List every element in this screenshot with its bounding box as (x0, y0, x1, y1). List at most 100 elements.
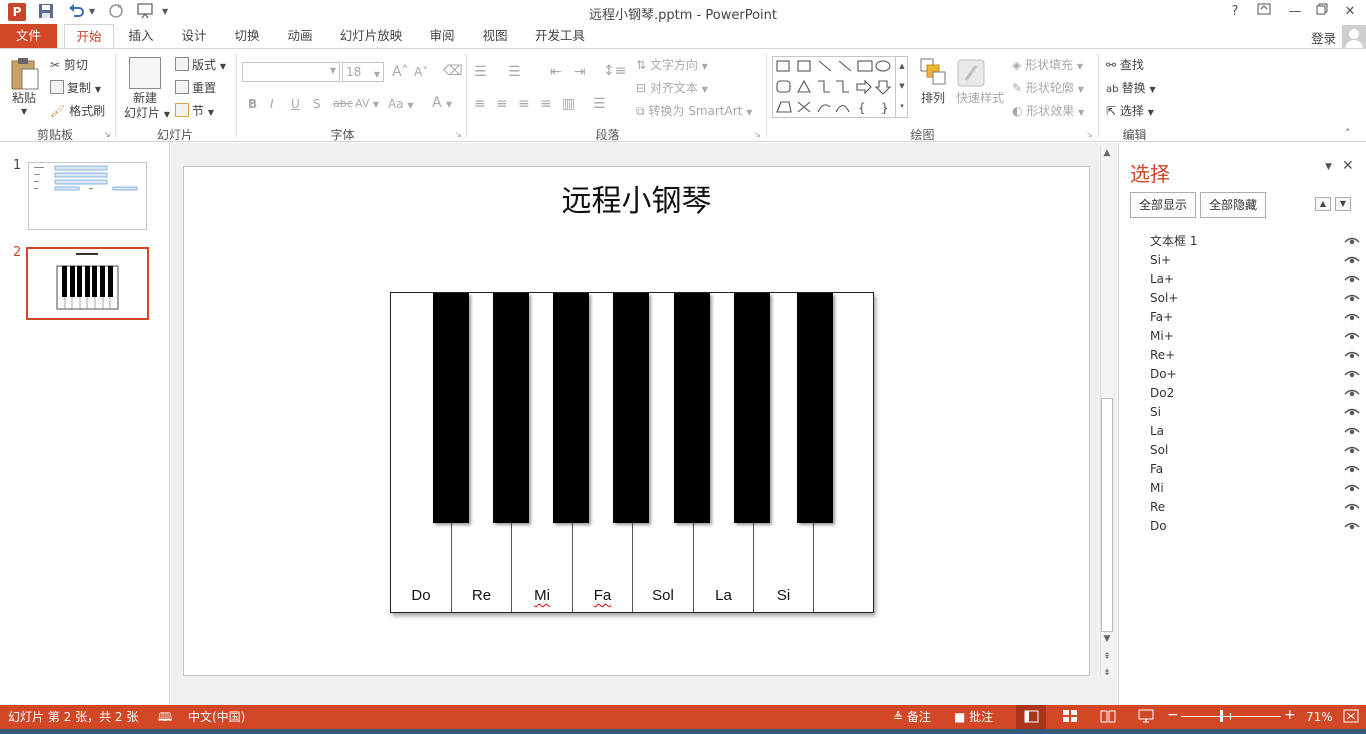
selection-item[interactable]: Do+ (1150, 365, 1360, 384)
numbering-icon[interactable]: ☰ (508, 64, 521, 80)
tab-home[interactable]: 开始 (64, 24, 114, 49)
eye-icon[interactable] (1344, 405, 1360, 419)
fit-to-window-icon[interactable] (1343, 709, 1359, 726)
scroll-thumb[interactable] (1101, 398, 1113, 632)
shapes-scroll[interactable]: ▲ ▼ ▾ (895, 56, 908, 118)
align-left-icon[interactable]: ≡ (474, 96, 486, 112)
pane-options-icon[interactable]: ▼ (1325, 162, 1332, 172)
bring-forward-icon[interactable]: ▲ (1315, 197, 1331, 211)
notes-button[interactable]: ≜ 备注 (893, 709, 931, 725)
selection-item[interactable]: Sol+ (1150, 289, 1360, 308)
bold-button[interactable]: B (248, 96, 257, 112)
scroll-down-icon[interactable]: ▼ (1101, 633, 1113, 645)
increase-indent-icon[interactable]: ⇥ (574, 64, 586, 80)
restore-icon[interactable] (1309, 3, 1335, 21)
eye-icon[interactable] (1344, 386, 1360, 400)
selection-item[interactable]: 文本框 1 (1150, 232, 1360, 251)
eye-icon[interactable] (1344, 291, 1360, 305)
increase-font-icon[interactable]: A˄ (392, 64, 409, 80)
selection-item[interactable]: La+ (1150, 270, 1360, 289)
zoom-level[interactable]: 71% (1306, 709, 1333, 725)
eye-icon[interactable] (1344, 500, 1360, 514)
selection-item[interactable]: Sol (1150, 441, 1360, 460)
shape-outline-button[interactable]: ✎ 形状轮廓 ▼ (1012, 80, 1084, 98)
ribbon-display-icon[interactable] (1251, 3, 1277, 21)
eye-icon[interactable] (1344, 329, 1360, 343)
align-text-button[interactable]: ⊟ 对齐文本 ▼ (636, 80, 708, 98)
new-slide-dropdown[interactable]: 幻灯片 ▼ (124, 105, 170, 123)
section-button[interactable]: 节 ▼ (175, 103, 214, 121)
close-pane-icon[interactable]: ✕ (1342, 158, 1354, 174)
black-key-mi-sharp[interactable] (553, 293, 589, 523)
piano-keyboard[interactable]: Do Re Mi Fa Sol La Si (390, 292, 874, 613)
collapse-ribbon-icon[interactable]: ˄ (1345, 127, 1351, 140)
font-size-dropdown-icon[interactable]: ▼ (374, 66, 380, 84)
tab-insert[interactable]: 插入 (121, 24, 161, 49)
zoom-slider-thumb[interactable] (1220, 710, 1223, 722)
selection-item[interactable]: Re+ (1150, 346, 1360, 365)
eye-icon[interactable] (1344, 443, 1360, 457)
selection-item[interactable]: Si+ (1150, 251, 1360, 270)
columns-icon[interactable]: ▥ (562, 96, 575, 112)
tab-design[interactable]: 设计 (174, 24, 214, 49)
spellcheck-icon[interactable]: 🕮 (158, 709, 172, 725)
reset-button[interactable]: 重置 (175, 80, 216, 96)
scroll-up-icon[interactable]: ▲ (1101, 147, 1113, 159)
select-button[interactable]: ⇱ 选择 ▼ (1106, 103, 1154, 121)
selection-item[interactable]: Fa+ (1150, 308, 1360, 327)
login-link[interactable]: 登录 (1311, 28, 1336, 47)
next-slide-icon[interactable]: ⇟ (1101, 667, 1113, 679)
shadow-button[interactable]: S (313, 96, 321, 112)
selection-item[interactable]: La (1150, 422, 1360, 441)
black-key-re-sharp[interactable] (493, 293, 529, 523)
shape-fill-button[interactable]: ◈ 形状填充 ▼ (1012, 57, 1083, 75)
selection-item[interactable]: Mi+ (1150, 327, 1360, 346)
eye-icon[interactable] (1344, 424, 1360, 438)
char-spacing-button[interactable]: AV ▼ (355, 96, 379, 113)
help-icon[interactable]: ? (1222, 3, 1248, 21)
layout-button[interactable]: 版式 ▼ (175, 57, 226, 75)
find-button[interactable]: ⚯ 查找 (1106, 57, 1144, 73)
selection-item[interactable]: Do2 (1150, 384, 1360, 403)
quick-styles-icon[interactable] (956, 58, 988, 92)
eye-icon[interactable] (1344, 348, 1360, 362)
font-name-dropdown-icon[interactable]: ▼ (330, 66, 336, 75)
zoom-slider[interactable] (1181, 716, 1281, 717)
slideshow-button[interactable] (1138, 709, 1154, 726)
tab-developer[interactable]: 开发工具 (528, 24, 592, 49)
tab-review[interactable]: 审阅 (422, 24, 462, 49)
font-color-button[interactable]: A ▼ (432, 95, 452, 113)
slide-sorter-button[interactable] (1062, 709, 1078, 726)
paste-dropdown-icon[interactable]: ▼ (21, 104, 27, 120)
black-key-fa-sharp[interactable] (613, 293, 649, 523)
tab-transitions[interactable]: 切换 (227, 24, 267, 49)
paragraph-launcher-icon[interactable]: ↘ (754, 130, 761, 139)
font-launcher-icon[interactable]: ↘ (455, 130, 462, 139)
clear-format-icon[interactable]: ⌫ (443, 63, 463, 79)
black-key-sol-sharp[interactable] (674, 293, 710, 523)
send-backward-icon[interactable]: ▼ (1335, 197, 1351, 211)
minimize-icon[interactable]: — (1282, 3, 1308, 21)
italic-button[interactable]: I (270, 96, 274, 112)
zoom-out-icon[interactable]: − (1167, 707, 1179, 723)
paragraph-direction-icon[interactable]: ☰ (593, 96, 606, 112)
eye-icon[interactable] (1344, 481, 1360, 495)
font-size-box[interactable]: 18 ▼ (342, 62, 384, 82)
new-slide-button[interactable]: 新建 (133, 90, 157, 106)
eye-icon[interactable] (1344, 253, 1360, 267)
slide-thumbnail-1[interactable] (28, 162, 147, 230)
black-key-la-sharp[interactable] (734, 293, 770, 523)
hide-all-button[interactable]: 全部隐藏 (1200, 192, 1266, 218)
strikethrough-button[interactable]: abc (333, 96, 353, 112)
decrease-font-icon[interactable]: A˅ (414, 64, 428, 80)
replace-button[interactable]: ab 替换 ▼ (1106, 80, 1156, 98)
eye-icon[interactable] (1344, 462, 1360, 476)
quick-styles-button[interactable]: 快速样式 (956, 90, 1004, 106)
normal-view-button[interactable] (1016, 705, 1046, 729)
smartart-button[interactable]: ⧉ 转换为 SmartArt ▼ (636, 103, 752, 121)
eye-icon[interactable] (1344, 519, 1360, 533)
eye-icon[interactable] (1344, 234, 1360, 248)
text-direction-button[interactable]: ⇅ 文字方向 ▼ (636, 57, 708, 75)
shapes-gallery[interactable]: {} (772, 56, 908, 118)
black-key-si-sharp[interactable] (797, 293, 833, 523)
